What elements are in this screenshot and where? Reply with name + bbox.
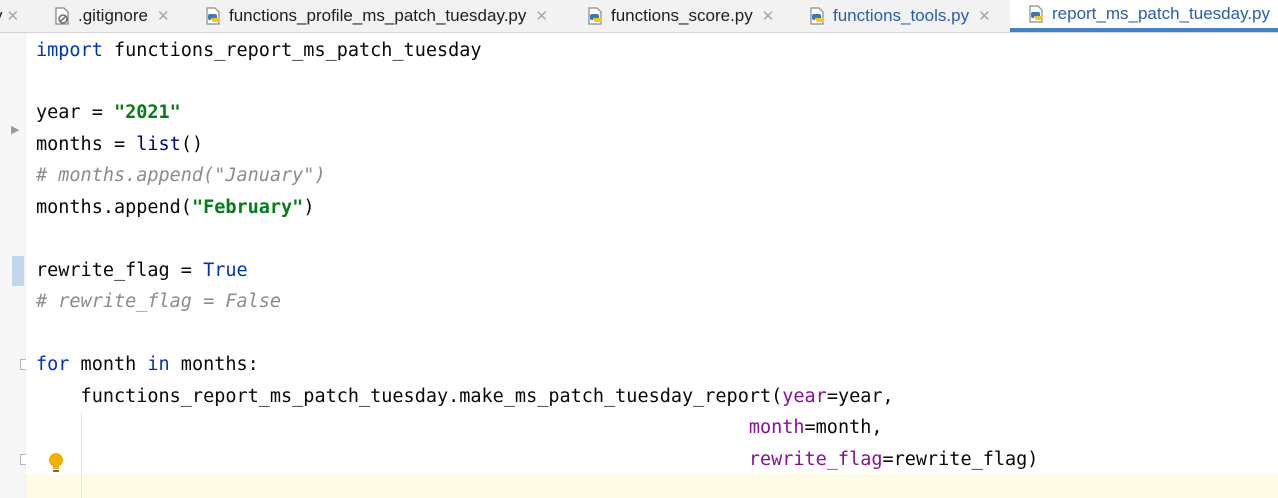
- editor-gutter[interactable]: ▶: [0, 33, 30, 498]
- tab-gitignore[interactable]: .gitignore ✕: [52, 0, 170, 32]
- close-icon[interactable]: ✕: [535, 7, 548, 25]
- tab-partial[interactable]: y ✕: [0, 0, 28, 32]
- tab-label: functions_profile_ms_patch_tuesday.py: [229, 6, 527, 25]
- tab-report-ms-patch-tuesday[interactable]: report_ms_patch_tuesday.py: [1010, 0, 1278, 32]
- code-line-4[interactable]: months = list(): [36, 129, 203, 160]
- lightbulb-icon[interactable]: [46, 452, 66, 478]
- python-file-icon: [585, 6, 605, 26]
- code-line-1[interactable]: import functions_report_ms_patch_tuesday: [36, 35, 482, 66]
- code-text: functions_report_ms_patch_tuesday: [102, 40, 482, 61]
- indent-guide: [81, 412, 82, 498]
- tab-label: functions_score.py: [611, 6, 753, 25]
- code-line-13[interactable]: month=month,: [36, 412, 883, 443]
- code-text: (): [180, 134, 204, 155]
- code-line-8[interactable]: rewrite_flag = True: [36, 255, 248, 286]
- code-line-11[interactable]: for month in months:: [36, 349, 259, 380]
- code-line-6[interactable]: months.append("February"): [36, 192, 314, 223]
- code-line-12[interactable]: functions_report_ms_patch_tuesday.make_m…: [36, 381, 894, 412]
- string-literal: "February": [191, 197, 304, 218]
- tab-label: y: [0, 6, 3, 26]
- code-text: rewrite_flag =: [36, 260, 204, 281]
- string-literal: "2021": [113, 102, 181, 123]
- code-editor[interactable]: import functions_report_ms_patch_tuesday…: [26, 33, 1278, 498]
- close-icon[interactable]: ✕: [157, 7, 170, 25]
- close-icon[interactable]: ✕: [7, 7, 20, 25]
- code-text: months =: [36, 134, 137, 155]
- tab-functions-tools[interactable]: functions_tools.py ✕: [807, 0, 991, 32]
- code-line-5[interactable]: # months.append("January"): [36, 160, 326, 191]
- code-text: ): [303, 197, 315, 218]
- keyword: for: [36, 354, 70, 375]
- code-text: months.append(: [36, 197, 192, 218]
- code-text: =year,: [826, 386, 894, 407]
- python-file-icon: [1026, 4, 1046, 24]
- code-line-14[interactable]: rewrite_flag=rewrite_flag): [36, 444, 1039, 475]
- tab-label: .gitignore: [78, 6, 148, 25]
- keyword-argument: month: [748, 417, 805, 438]
- keyword: True: [203, 260, 248, 281]
- python-file-icon: [203, 6, 223, 26]
- current-line-highlight: [26, 474, 1278, 498]
- keyword: import: [36, 40, 103, 61]
- code-line-3[interactable]: year = "2021": [36, 97, 181, 128]
- code-text: =rewrite_flag): [882, 449, 1039, 470]
- tab-label: functions_tools.py: [833, 6, 970, 25]
- tab-functions-score[interactable]: functions_score.py ✕: [585, 0, 774, 32]
- close-icon[interactable]: ✕: [978, 7, 991, 25]
- code-text: month: [69, 354, 148, 375]
- code-text: year =: [36, 102, 114, 123]
- code-text: functions_report_ms_patch_tuesday.make_m…: [36, 386, 783, 407]
- builtin-function: list: [136, 134, 181, 155]
- ignored-file-icon: [52, 6, 72, 26]
- keyword: in: [147, 354, 170, 375]
- keyword-argument: year: [782, 386, 827, 407]
- run-arrow-icon[interactable]: ▶: [11, 123, 19, 136]
- close-icon[interactable]: ✕: [762, 7, 775, 25]
- code-text: =month,: [804, 417, 883, 438]
- tab-label: report_ms_patch_tuesday.py: [1052, 4, 1270, 23]
- code-text: months:: [169, 354, 259, 375]
- tab-functions-profile[interactable]: functions_profile_ms_patch_tuesday.py ✕: [203, 0, 548, 32]
- editor-tab-bar: y ✕ .gitignore ✕ functions_profile_ms_pa…: [0, 0, 1278, 33]
- keyword-argument: rewrite_flag: [748, 449, 883, 470]
- python-file-icon: [807, 6, 827, 26]
- code-line-9[interactable]: # rewrite_flag = False: [36, 286, 281, 317]
- change-marker[interactable]: [12, 256, 24, 286]
